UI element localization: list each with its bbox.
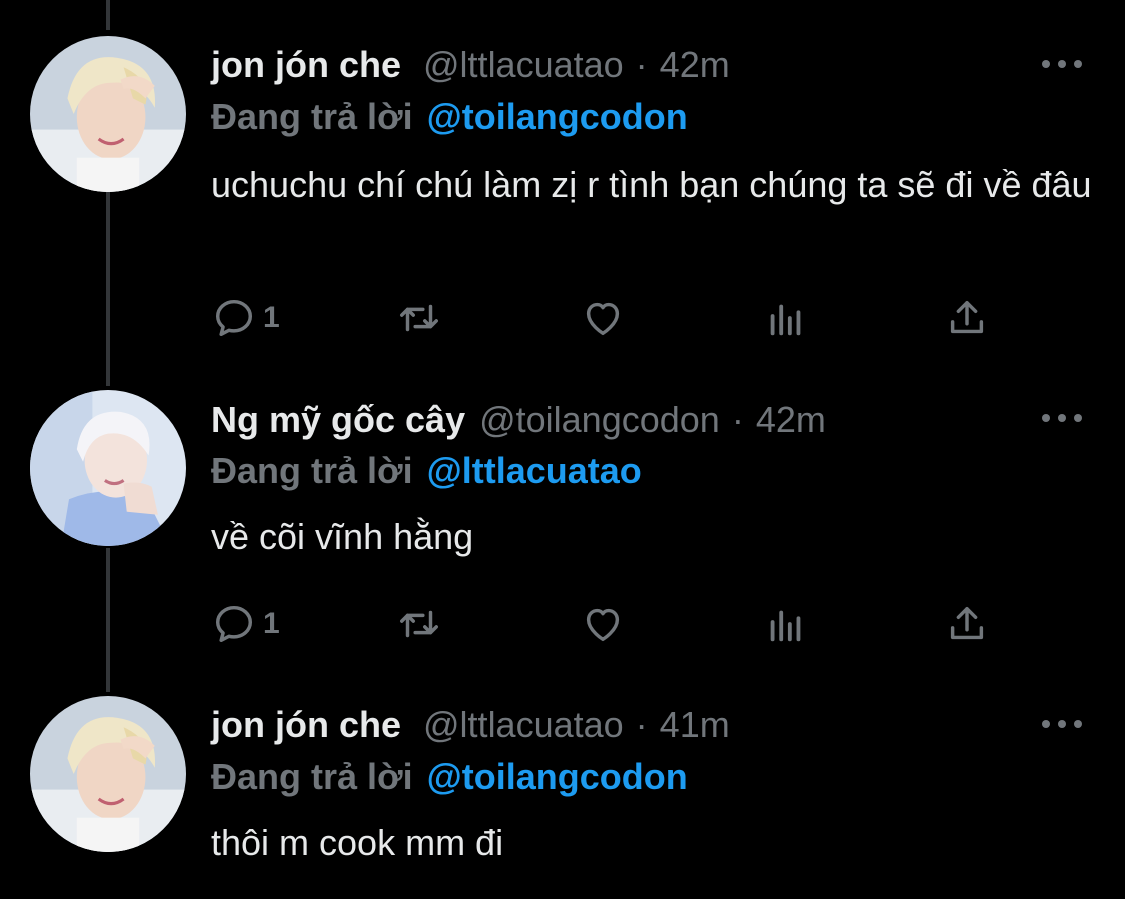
share-button[interactable] xyxy=(944,600,990,648)
share-button[interactable] xyxy=(944,294,990,342)
more-icon[interactable] xyxy=(1042,54,1082,74)
avatar[interactable] xyxy=(30,696,186,852)
reply-icon xyxy=(215,299,253,337)
reply-icon xyxy=(215,605,253,643)
like-button[interactable] xyxy=(580,294,626,342)
timestamp[interactable]: 42m xyxy=(660,44,730,86)
like-button[interactable] xyxy=(580,600,626,648)
replying-to: Đang trả lời @lttlacuatao xyxy=(211,450,642,492)
more-icon[interactable] xyxy=(1042,408,1082,428)
separator: · xyxy=(635,704,648,745)
share-icon xyxy=(950,300,984,334)
mention-link[interactable]: @lttlacuatao xyxy=(427,450,642,491)
tweet-text: uchuchu chí chú làm zị r tình bạn chúng … xyxy=(211,164,1092,205)
views-button[interactable] xyxy=(763,600,809,648)
avatar-image xyxy=(30,696,186,852)
reply-count: 1 xyxy=(263,301,280,334)
replying-to-label: Đang trả lời xyxy=(211,96,413,137)
more-icon[interactable] xyxy=(1042,714,1082,734)
separator: · xyxy=(635,44,648,85)
reply-button[interactable]: 1 xyxy=(211,294,280,342)
mention-link[interactable]: @toilangcodon xyxy=(427,756,688,797)
retweet-icon xyxy=(400,610,438,638)
tweet[interactable]: jon jón che @lttlacuatao · 42m Đang trả … xyxy=(0,0,1125,380)
avatar-image xyxy=(30,390,186,546)
author-handle[interactable]: @lttlacuatao xyxy=(423,704,624,746)
tweet-text: thôi m cook mm đi xyxy=(211,822,504,863)
views-icon xyxy=(770,304,801,336)
reply-count: 1 xyxy=(263,607,280,640)
mention-link[interactable]: @toilangcodon xyxy=(427,96,688,137)
tweet[interactable]: Ng mỹ gốc cây @toilangcodon · 42m Đang t… xyxy=(0,380,1125,690)
share-icon xyxy=(950,606,984,640)
replying-to-label: Đang trả lời xyxy=(211,450,413,491)
retweet-button[interactable] xyxy=(396,600,442,648)
tweet-header: Ng mỹ gốc cây @toilangcodon · 42m xyxy=(211,398,826,442)
author-name[interactable]: Ng mỹ gốc cây xyxy=(211,399,465,441)
tweet-text: về cõi vĩnh hằng xyxy=(211,516,474,557)
timestamp[interactable]: 42m xyxy=(756,399,826,441)
tweet-header: jon jón che @lttlacuatao · 42m xyxy=(211,43,730,87)
avatar[interactable] xyxy=(30,36,186,192)
like-icon xyxy=(586,608,620,642)
tweet-header: jon jón che @lttlacuatao · 41m xyxy=(211,703,730,747)
views-button[interactable] xyxy=(763,294,809,342)
avatar[interactable] xyxy=(30,390,186,546)
avatar-image xyxy=(30,36,186,192)
retweet-button[interactable] xyxy=(396,294,442,342)
replying-to: Đang trả lời @toilangcodon xyxy=(211,96,688,138)
timestamp[interactable]: 41m xyxy=(660,704,730,746)
like-icon xyxy=(586,302,620,336)
author-handle[interactable]: @lttlacuatao xyxy=(423,44,624,86)
views-icon xyxy=(770,610,801,642)
replying-to-label: Đang trả lời xyxy=(211,756,413,797)
reply-button[interactable]: 1 xyxy=(211,600,280,648)
separator: · xyxy=(731,399,744,440)
author-name[interactable]: jon jón che xyxy=(211,704,401,746)
tweet[interactable]: jon jón che @lttlacuatao · 41m Đang trả … xyxy=(0,690,1125,899)
author-handle[interactable]: @toilangcodon xyxy=(479,399,720,441)
retweet-icon xyxy=(400,304,438,332)
author-name[interactable]: jon jón che xyxy=(211,44,401,86)
replying-to: Đang trả lời @toilangcodon xyxy=(211,756,688,798)
